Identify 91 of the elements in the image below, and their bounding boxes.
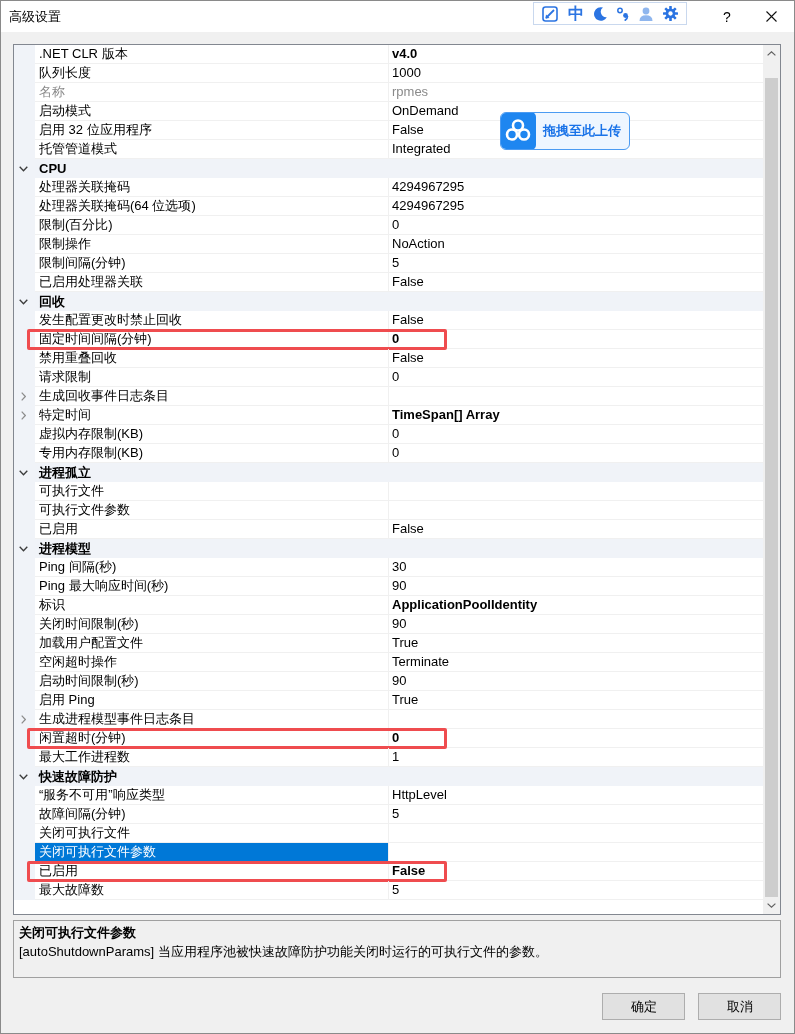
cloud-icon (501, 113, 536, 149)
category-label: CPU (38, 159, 67, 178)
property-name[interactable]: .NET CLR 版本 (35, 45, 389, 64)
property-name[interactable]: 启用 Ping (35, 691, 389, 710)
property-name[interactable]: 可执行文件 (35, 482, 389, 501)
property-name[interactable]: 限制(百分比) (35, 216, 389, 235)
property-name[interactable]: 启动时间限制(秒) (35, 672, 389, 691)
property-name[interactable]: 请求限制 (35, 368, 389, 387)
category-label: 快速故障防护 (37, 767, 117, 786)
property-value[interactable]: 5 (389, 254, 763, 273)
help-button[interactable]: ? (706, 1, 748, 32)
property-name[interactable]: 生成回收事件日志条目 (35, 387, 389, 406)
chevron-down-icon[interactable] (19, 773, 28, 780)
property-value[interactable]: 0 (389, 729, 763, 748)
upload-drop-zone[interactable]: 拖拽至此上传 (500, 112, 630, 150)
square-arrow-icon[interactable] (542, 5, 558, 22)
moon-icon[interactable] (594, 6, 607, 21)
property-name[interactable]: 处理器关联掩码 (35, 178, 389, 197)
property-value[interactable]: 1000 (389, 64, 763, 83)
chevron-down-icon[interactable] (19, 545, 28, 552)
property-name[interactable]: 发生配置更改时禁止回收 (35, 311, 389, 330)
property-value[interactable]: 0 (389, 425, 763, 444)
caret-down-icon (767, 903, 776, 908)
property-value[interactable]: 4294967295 (389, 197, 763, 216)
property-name[interactable]: 处理器关联掩码(64 位选项) (35, 197, 389, 216)
property-name[interactable]: 启动模式 (35, 102, 389, 121)
window-title: 高级设置 (8, 7, 61, 26)
property-name[interactable]: 可执行文件参数 (35, 501, 389, 520)
property-name[interactable]: “服务不可用”响应类型 (35, 786, 389, 805)
property-value[interactable]: 5 (389, 805, 763, 824)
property-value[interactable]: rpmes (389, 83, 763, 102)
property-value[interactable]: Terminate (389, 653, 763, 672)
description-text: [autoShutdownParams] 当应用程序池被快速故障防护功能关闭时运行的可执行文件的参数。 (19, 943, 549, 961)
punctuation-icon[interactable] (617, 6, 629, 21)
property-value[interactable]: True (389, 634, 763, 653)
property-name[interactable]: 特定时间 (35, 406, 389, 425)
property-name[interactable]: 启用 32 位应用程序 (35, 121, 389, 140)
property-value[interactable]: HttpLevel (389, 786, 763, 805)
property-value[interactable]: 30 (389, 558, 763, 577)
property-value[interactable]: 0 (389, 330, 763, 349)
property-value[interactable]: ApplicationPoolIdentity (389, 596, 763, 615)
property-value[interactable]: False (389, 862, 763, 881)
property-value[interactable]: 0 (389, 368, 763, 387)
property-name[interactable]: 禁用重叠回收 (35, 349, 389, 368)
property-value[interactable]: v4.0 (389, 45, 763, 64)
property-value[interactable]: 90 (389, 615, 763, 634)
property-name[interactable]: 关闭时间限制(秒) (35, 615, 389, 634)
property-value[interactable]: 90 (389, 577, 763, 596)
upload-label: 拖拽至此上传 (541, 122, 621, 140)
cancel-button[interactable]: 取消 (698, 993, 781, 1020)
property-name[interactable]: 队列长度 (35, 64, 389, 83)
property-value[interactable]: 4294967295 (389, 178, 763, 197)
chevron-right-icon[interactable] (21, 715, 26, 724)
chevron-right-icon[interactable] (21, 411, 26, 420)
property-value[interactable]: TimeSpan[] Array (389, 406, 763, 425)
ok-button[interactable]: 确定 (602, 993, 685, 1020)
input-mode-toggle[interactable]: 中 (568, 4, 584, 23)
property-value[interactable]: 0 (389, 216, 763, 235)
property-name[interactable]: 故障间隔(分钟) (35, 805, 389, 824)
chevron-right-icon[interactable] (21, 392, 26, 401)
property-name[interactable]: 虚拟内存限制(KB) (35, 425, 389, 444)
property-value[interactable]: True (389, 691, 763, 710)
property-name[interactable]: 闲置超时(分钟) (35, 729, 389, 748)
chevron-down-icon[interactable] (19, 469, 28, 476)
chevron-down-icon[interactable] (19, 165, 28, 172)
property-name[interactable]: 加载用户配置文件 (35, 634, 389, 653)
close-icon (765, 11, 777, 22)
category-label: 进程模型 (38, 539, 91, 558)
property-value[interactable]: NoAction (389, 235, 763, 254)
property-name[interactable]: Ping 最大响应时间(秒) (35, 577, 389, 596)
description-title: 关闭可执行文件参数 (19, 924, 137, 942)
property-name[interactable]: Ping 间隔(秒) (35, 558, 389, 577)
property-name[interactable]: 最大故障数 (35, 881, 389, 900)
settings-icon[interactable] (663, 6, 678, 21)
property-value[interactable]: 5 (389, 881, 763, 900)
property-name[interactable]: 固定时间间隔(分钟) (35, 330, 389, 349)
chevron-down-icon[interactable] (19, 298, 28, 305)
scrollbar-thumb[interactable] (765, 78, 778, 897)
property-name[interactable]: 限制间隔(分钟) (35, 254, 389, 273)
category-label: 进程孤立 (38, 463, 91, 482)
property-name[interactable]: 已启用 (35, 862, 389, 881)
property-name[interactable]: 限制操作 (35, 235, 389, 254)
property-name[interactable]: 标识 (35, 596, 389, 615)
property-value[interactable]: 90 (389, 672, 763, 691)
category-label: 回收 (38, 292, 65, 311)
caret-up-icon (767, 51, 776, 56)
property-name[interactable]: 空闲超时操作 (35, 653, 389, 672)
property-value[interactable]: False (389, 311, 763, 330)
property-name[interactable]: 生成进程模型事件日志条目 (35, 710, 389, 729)
property-value[interactable]: False (389, 349, 763, 368)
property-name[interactable]: 名称 (35, 83, 389, 102)
